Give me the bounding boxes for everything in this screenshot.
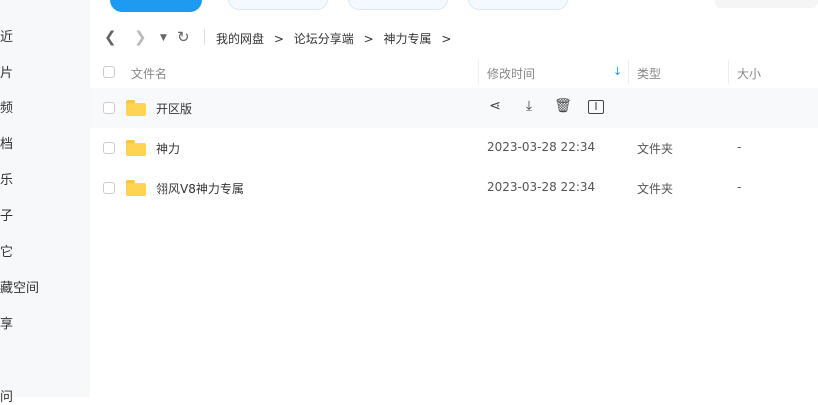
- file-type: 文件夹: [637, 182, 674, 196]
- column-divider[interactable]: [478, 60, 479, 84]
- folder-icon: [126, 180, 146, 196]
- new-folder-button[interactable]: [228, 0, 328, 10]
- breadcrumb: 我的网盘 > 论坛分享端 > 神力专属 >: [216, 30, 457, 47]
- back-arrow-icon[interactable]: ❮: [104, 28, 117, 46]
- sidebar-item-images[interactable]: 片: [0, 62, 13, 81]
- file-name[interactable]: 开区版: [156, 100, 192, 117]
- sort-down-arrow-icon[interactable]: ↓: [613, 65, 622, 78]
- breadcrumb-separator: >: [363, 32, 374, 46]
- sidebar-item-music[interactable]: 乐: [0, 169, 13, 188]
- top-toolbar: [90, 0, 818, 12]
- new-online-doc-button[interactable]: [348, 0, 448, 10]
- forward-arrow-icon[interactable]: ❯: [134, 28, 147, 46]
- sidebar-item-seeds[interactable]: 子: [0, 205, 13, 224]
- sidebar-item-other[interactable]: 它: [0, 241, 13, 260]
- row-checkbox[interactable]: [103, 182, 115, 194]
- sidebar-item-hidden-space[interactable]: 藏空间: [0, 277, 39, 296]
- column-divider[interactable]: [628, 60, 629, 84]
- row-actions: ⋖ ⤓ 🗑 I: [486, 98, 616, 118]
- rename-icon[interactable]: I: [588, 100, 604, 114]
- file-name[interactable]: 神力: [156, 140, 180, 157]
- delete-icon[interactable]: 🗑: [554, 98, 572, 116]
- sidebar-item-question[interactable]: 问: [0, 386, 13, 405]
- column-header-type[interactable]: 类型: [637, 65, 661, 82]
- row-checkbox[interactable]: [103, 102, 115, 114]
- file-modified-time: 2023-03-28 22:34: [487, 180, 596, 194]
- file-size: -: [737, 180, 742, 194]
- upload-button[interactable]: [110, 0, 202, 12]
- refresh-icon[interactable]: ↻: [177, 28, 190, 46]
- folder-icon: [126, 140, 146, 156]
- row-checkbox[interactable]: [103, 142, 115, 154]
- file-table-header: 文件名 修改时间 ↓ 类型 大小: [90, 56, 818, 88]
- chevron-up-icon[interactable]: ⌃: [52, 0, 62, 6]
- column-header-size[interactable]: 大小: [737, 65, 761, 82]
- download-icon[interactable]: ⤓: [520, 98, 538, 116]
- file-name[interactable]: 翎风V8神力专属: [156, 180, 244, 197]
- breadcrumb-item-current[interactable]: 神力专属: [383, 32, 431, 46]
- sidebar: ⌃ 近 片 频 档 乐 子 它 藏空间 享 问: [0, 0, 90, 405]
- sidebar-item-videos[interactable]: 频: [0, 97, 13, 116]
- sidebar-item-share[interactable]: 享: [0, 313, 13, 332]
- column-header-modified[interactable]: 修改时间: [487, 65, 535, 82]
- file-modified-time: 2023-03-28 22:34: [487, 140, 596, 154]
- file-size: -: [737, 140, 742, 154]
- sidebar-item-documents[interactable]: 档: [0, 133, 13, 152]
- breadcrumb-item-forum[interactable]: 论坛分享端: [294, 32, 354, 46]
- table-row[interactable]: 神力 2023-03-28 22:34 文件夹 -: [90, 128, 818, 168]
- table-row[interactable]: 翎风V8神力专属 2023-03-28 22:34 文件夹 -: [90, 168, 818, 208]
- breadcrumb-separator: >: [273, 32, 284, 46]
- breadcrumb-separator: >: [441, 32, 452, 46]
- column-divider[interactable]: [728, 60, 729, 84]
- share-icon[interactable]: ⋖: [486, 98, 504, 116]
- file-type: 文件夹: [637, 142, 674, 156]
- folder-icon: [126, 100, 146, 116]
- history-dropdown-icon[interactable]: ▼: [160, 33, 167, 43]
- nav-divider: [204, 29, 205, 45]
- search-box[interactable]: [715, 0, 818, 8]
- table-row[interactable]: 开区版 ⋖ ⤓ 🗑 I: [90, 88, 818, 128]
- breadcrumb-item-root[interactable]: 我的网盘: [216, 32, 264, 46]
- main-panel: ❮ ❯ ▼ ↻ 我的网盘 > 论坛分享端 > 神力专属 > 文件名 修改时间 ↓…: [90, 0, 818, 397]
- column-header-name[interactable]: 文件名: [131, 65, 167, 82]
- offline-download-button[interactable]: [468, 0, 568, 10]
- sidebar-item-recent[interactable]: 近: [0, 26, 13, 45]
- navigation-bar: ❮ ❯ ▼ ↻ 我的网盘 > 论坛分享端 > 神力专属 >: [90, 26, 818, 50]
- select-all-checkbox[interactable]: [103, 66, 115, 78]
